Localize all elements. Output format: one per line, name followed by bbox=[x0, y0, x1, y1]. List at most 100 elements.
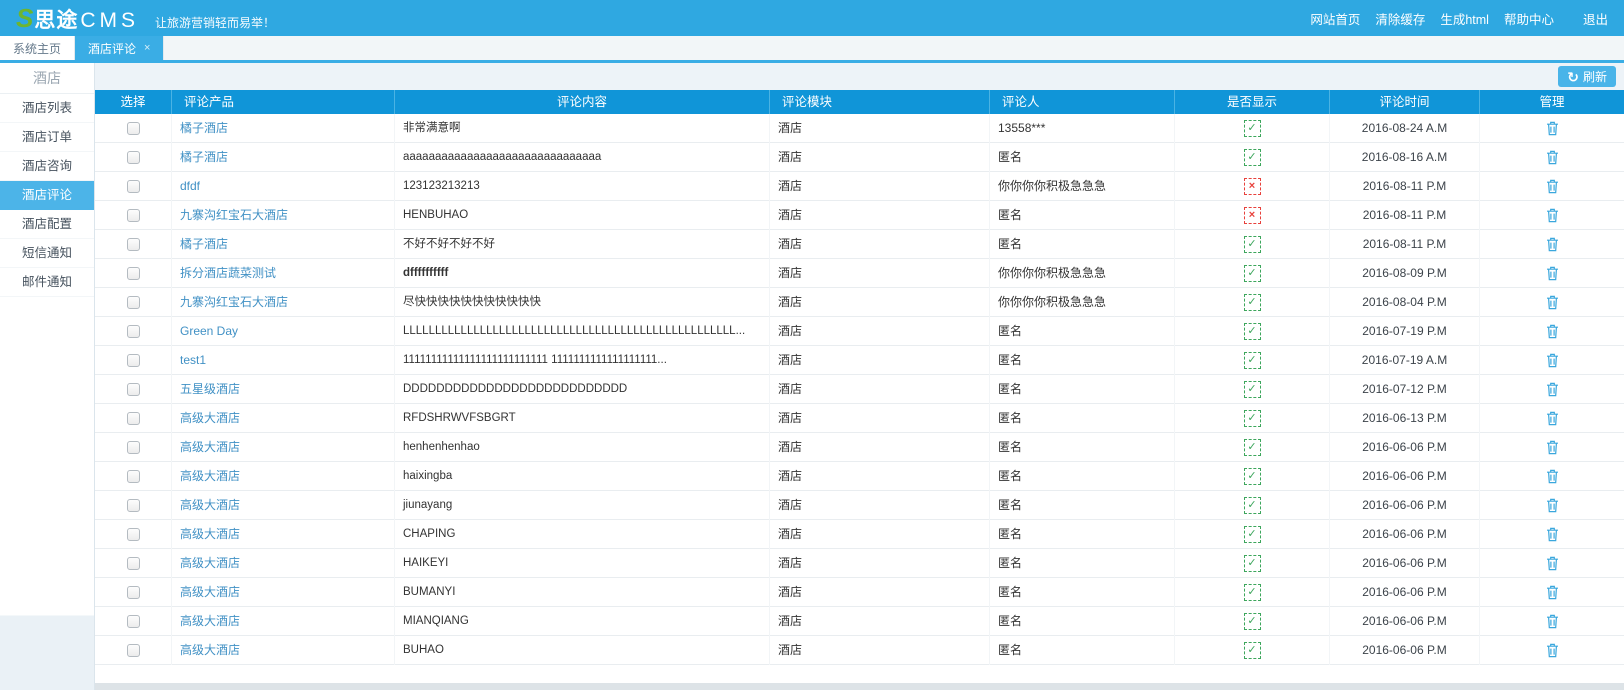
row-checkbox[interactable] bbox=[127, 441, 140, 454]
tab-system-home[interactable]: 系统主页 bbox=[0, 36, 75, 60]
product-link[interactable]: 高级大酒店 bbox=[180, 440, 240, 454]
product-link[interactable]: 五星级酒店 bbox=[180, 382, 240, 396]
row-checkbox[interactable] bbox=[127, 122, 140, 135]
product-link[interactable]: 九寨沟红宝石大酒店 bbox=[180, 208, 288, 222]
product-link[interactable]: 橘子酒店 bbox=[180, 121, 228, 135]
row-checkbox[interactable] bbox=[127, 470, 140, 483]
content-cell: DDDDDDDDDDDDDDDDDDDDDDDDDDD bbox=[395, 375, 770, 404]
trash-icon[interactable] bbox=[1546, 643, 1559, 658]
trash-icon[interactable] bbox=[1546, 527, 1559, 542]
visibility-toggle-icon[interactable]: ✓ bbox=[1244, 410, 1261, 427]
product-cell: 九寨沟红宝石大酒店 bbox=[172, 201, 395, 230]
trash-icon[interactable] bbox=[1546, 237, 1559, 252]
trash-icon[interactable] bbox=[1546, 324, 1559, 339]
product-link[interactable]: 高级大酒店 bbox=[180, 614, 240, 628]
visibility-toggle-icon[interactable]: ✓ bbox=[1244, 352, 1261, 369]
row-checkbox[interactable] bbox=[127, 528, 140, 541]
visibility-toggle-icon[interactable]: ✓ bbox=[1244, 584, 1261, 601]
tab-close-icon[interactable]: × bbox=[144, 43, 150, 54]
product-link[interactable]: 橘子酒店 bbox=[180, 150, 228, 164]
trash-icon[interactable] bbox=[1546, 208, 1559, 223]
row-checkbox[interactable] bbox=[127, 644, 140, 657]
trash-icon[interactable] bbox=[1546, 382, 1559, 397]
logout-link[interactable]: 退出 bbox=[1583, 9, 1608, 28]
product-link[interactable]: Green Day bbox=[180, 324, 238, 338]
product-link[interactable]: 高级大酒店 bbox=[180, 469, 240, 483]
sidebar-item-email-notify[interactable]: 邮件通知 bbox=[0, 268, 94, 297]
sidebar-item-hotel-list[interactable]: 酒店列表 bbox=[0, 94, 94, 123]
visibility-toggle-icon[interactable]: ✓ bbox=[1244, 381, 1261, 398]
sidebar-item-hotel-config[interactable]: 酒店配置 bbox=[0, 210, 94, 239]
sidebar-item-hotel-reviews[interactable]: 酒店评论 bbox=[0, 181, 94, 210]
product-link[interactable]: 高级大酒店 bbox=[180, 411, 240, 425]
time-cell: 2016-06-13 P.M bbox=[1330, 404, 1480, 433]
row-checkbox[interactable] bbox=[127, 383, 140, 396]
visibility-toggle-icon[interactable]: ✓ bbox=[1244, 265, 1261, 282]
row-checkbox[interactable] bbox=[127, 180, 140, 193]
nav-clear-cache[interactable]: 清除缓存 bbox=[1375, 9, 1425, 28]
row-checkbox[interactable] bbox=[127, 151, 140, 164]
trash-icon[interactable] bbox=[1546, 440, 1559, 455]
trash-icon[interactable] bbox=[1546, 498, 1559, 513]
row-checkbox[interactable] bbox=[127, 238, 140, 251]
product-link[interactable]: 高级大酒店 bbox=[180, 556, 240, 570]
nav-site-home[interactable]: 网站首页 bbox=[1310, 9, 1360, 28]
visibility-toggle-icon[interactable]: ✓ bbox=[1244, 642, 1261, 659]
tab-hotel-reviews[interactable]: 酒店评论 × bbox=[75, 36, 164, 60]
product-link[interactable]: 拆分酒店蔬菜测试 bbox=[180, 266, 276, 280]
trash-icon[interactable] bbox=[1546, 411, 1559, 426]
visibility-toggle-icon[interactable]: ✓ bbox=[1244, 120, 1261, 137]
row-checkbox[interactable] bbox=[127, 267, 140, 280]
visibility-toggle-icon[interactable]: ✓ bbox=[1244, 613, 1261, 630]
product-link[interactable]: 高级大酒店 bbox=[180, 643, 240, 657]
product-link[interactable]: test1 bbox=[180, 353, 206, 367]
visibility-toggle-icon[interactable]: ✓ bbox=[1244, 439, 1261, 456]
sidebar-item-sms-notify[interactable]: 短信通知 bbox=[0, 239, 94, 268]
visibility-toggle-icon[interactable]: ✓ bbox=[1244, 526, 1261, 543]
row-checkbox[interactable] bbox=[127, 325, 140, 338]
visibility-toggle-icon[interactable]: ✓ bbox=[1244, 555, 1261, 572]
row-checkbox[interactable] bbox=[127, 354, 140, 367]
trash-icon[interactable] bbox=[1546, 353, 1559, 368]
row-select-cell bbox=[95, 462, 172, 491]
trash-icon[interactable] bbox=[1546, 266, 1559, 281]
row-checkbox[interactable] bbox=[127, 412, 140, 425]
visibility-toggle-icon[interactable]: ✓ bbox=[1244, 468, 1261, 485]
product-link[interactable]: dfdf bbox=[180, 179, 200, 193]
trash-icon[interactable] bbox=[1546, 556, 1559, 571]
product-link[interactable]: 橘子酒店 bbox=[180, 237, 228, 251]
sidebar-item-hotel-inquiry[interactable]: 酒店咨询 bbox=[0, 152, 94, 181]
trash-icon[interactable] bbox=[1546, 150, 1559, 165]
product-link[interactable]: 高级大酒店 bbox=[180, 527, 240, 541]
trash-icon[interactable] bbox=[1546, 179, 1559, 194]
product-link[interactable]: 高级大酒店 bbox=[180, 498, 240, 512]
visibility-toggle-icon[interactable]: × bbox=[1244, 178, 1261, 195]
row-checkbox[interactable] bbox=[127, 557, 140, 570]
row-checkbox[interactable] bbox=[127, 586, 140, 599]
trash-icon[interactable] bbox=[1546, 469, 1559, 484]
trash-icon[interactable] bbox=[1546, 121, 1559, 136]
row-checkbox[interactable] bbox=[127, 615, 140, 628]
refresh-button[interactable]: ↻ 刷新 bbox=[1558, 66, 1616, 87]
visibility-cell: ✓ bbox=[1175, 578, 1330, 607]
trash-icon[interactable] bbox=[1546, 614, 1559, 629]
row-checkbox[interactable] bbox=[127, 296, 140, 309]
row-checkbox[interactable] bbox=[127, 209, 140, 222]
module-cell: 酒店 bbox=[770, 578, 990, 607]
nav-generate-html[interactable]: 生成html bbox=[1440, 9, 1489, 28]
sidebar-item-hotel-orders[interactable]: 酒店订单 bbox=[0, 123, 94, 152]
manage-cell bbox=[1480, 607, 1624, 636]
trash-icon[interactable] bbox=[1546, 585, 1559, 600]
product-link[interactable]: 九寨沟红宝石大酒店 bbox=[180, 295, 288, 309]
product-link[interactable]: 高级大酒店 bbox=[180, 585, 240, 599]
visibility-toggle-icon[interactable]: × bbox=[1244, 207, 1261, 224]
visibility-toggle-icon[interactable]: ✓ bbox=[1244, 236, 1261, 253]
visibility-toggle-icon[interactable]: ✓ bbox=[1244, 497, 1261, 514]
trash-icon[interactable] bbox=[1546, 295, 1559, 310]
row-select-cell bbox=[95, 172, 172, 201]
visibility-toggle-icon[interactable]: ✓ bbox=[1244, 294, 1261, 311]
row-checkbox[interactable] bbox=[127, 499, 140, 512]
visibility-toggle-icon[interactable]: ✓ bbox=[1244, 323, 1261, 340]
visibility-toggle-icon[interactable]: ✓ bbox=[1244, 149, 1261, 166]
nav-help-center[interactable]: 帮助中心 bbox=[1504, 9, 1554, 28]
